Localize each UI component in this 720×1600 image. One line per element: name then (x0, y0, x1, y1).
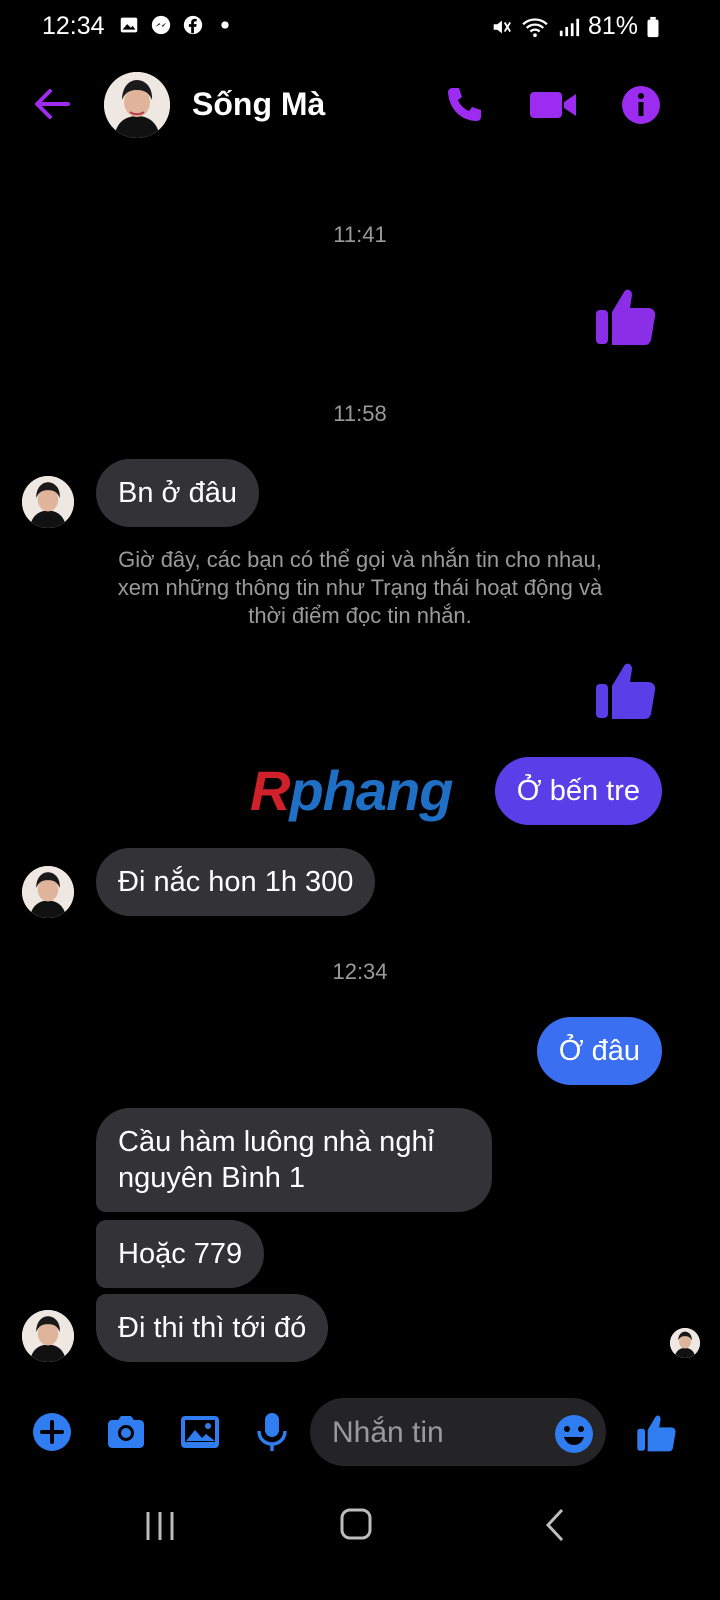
avatar-portrait-icon (22, 476, 74, 528)
recent-apps-icon[interactable] (130, 1500, 190, 1550)
avatar-portrait-icon (22, 1310, 74, 1362)
contact-name[interactable]: Sống Mà (192, 86, 325, 123)
battery-percent: 81% (587, 12, 638, 40)
message-outgoing[interactable]: Ở bến tre (494, 757, 662, 825)
emoji-icon[interactable] (552, 1412, 596, 1456)
contact-avatar[interactable] (104, 72, 170, 138)
avatar-portrait-icon (22, 866, 74, 918)
chat-notice: Giờ đây, các bạn có thể gọi và nhắn tin … (117, 547, 603, 628)
message-input-placeholder[interactable]: Nhắn tin (332, 1416, 444, 1450)
message-incoming[interactable]: Bn ở đâu (96, 459, 259, 527)
battery-icon (647, 16, 659, 37)
message-incoming[interactable]: Đi nắc hon 1h 300 (96, 848, 376, 916)
microphone-icon[interactable] (250, 1410, 294, 1454)
home-icon[interactable] (326, 1500, 386, 1550)
video-call-icon[interactable] (528, 82, 578, 128)
voice-call-icon[interactable] (442, 82, 488, 128)
message-incoming[interactable]: Cầu hàm luông nhà nghỉ nguyên Bình 1 (96, 1108, 492, 1212)
gallery-icon[interactable] (178, 1410, 222, 1454)
message-outgoing[interactable]: Ở đâu (536, 1017, 662, 1085)
back-nav-icon[interactable] (526, 1500, 586, 1550)
mute-icon (493, 20, 511, 33)
camera-icon[interactable] (104, 1410, 148, 1454)
facebook-notification-icon (183, 15, 203, 35)
sender-avatar[interactable] (22, 476, 74, 528)
read-receipt-avatar (670, 1328, 700, 1358)
avatar-portrait-icon (104, 72, 170, 138)
sender-avatar[interactable] (22, 866, 74, 918)
signal-icon (559, 18, 580, 36)
timestamp-1158: 11:58 (333, 401, 387, 426)
message-incoming[interactable]: Hoặc 779 (96, 1220, 265, 1288)
watermark-logo: Rphang (250, 759, 453, 822)
status-right-group: 81% (490, 12, 660, 41)
sent-like-icon[interactable] (594, 278, 662, 346)
status-notification-icons (118, 14, 236, 36)
sender-avatar[interactable] (22, 1310, 74, 1362)
sent-like-icon[interactable] (594, 652, 662, 720)
status-time: 12:34 (42, 12, 105, 40)
wifi-icon (522, 17, 548, 37)
gallery-notification-icon (120, 17, 138, 33)
add-plus-icon[interactable] (30, 1410, 74, 1454)
messenger-notification-icon (151, 15, 171, 35)
like-button-icon[interactable] (636, 1408, 680, 1452)
back-arrow-icon[interactable] (30, 82, 74, 126)
more-notifications-dot-icon (221, 21, 229, 29)
timestamp-1141: 11:41 (333, 222, 387, 247)
timestamp-1234: 12:34 (332, 959, 388, 984)
message-incoming[interactable]: Đi thi thì tới đó (96, 1294, 329, 1362)
info-icon[interactable] (618, 82, 664, 128)
avatar-portrait-icon (670, 1328, 700, 1358)
